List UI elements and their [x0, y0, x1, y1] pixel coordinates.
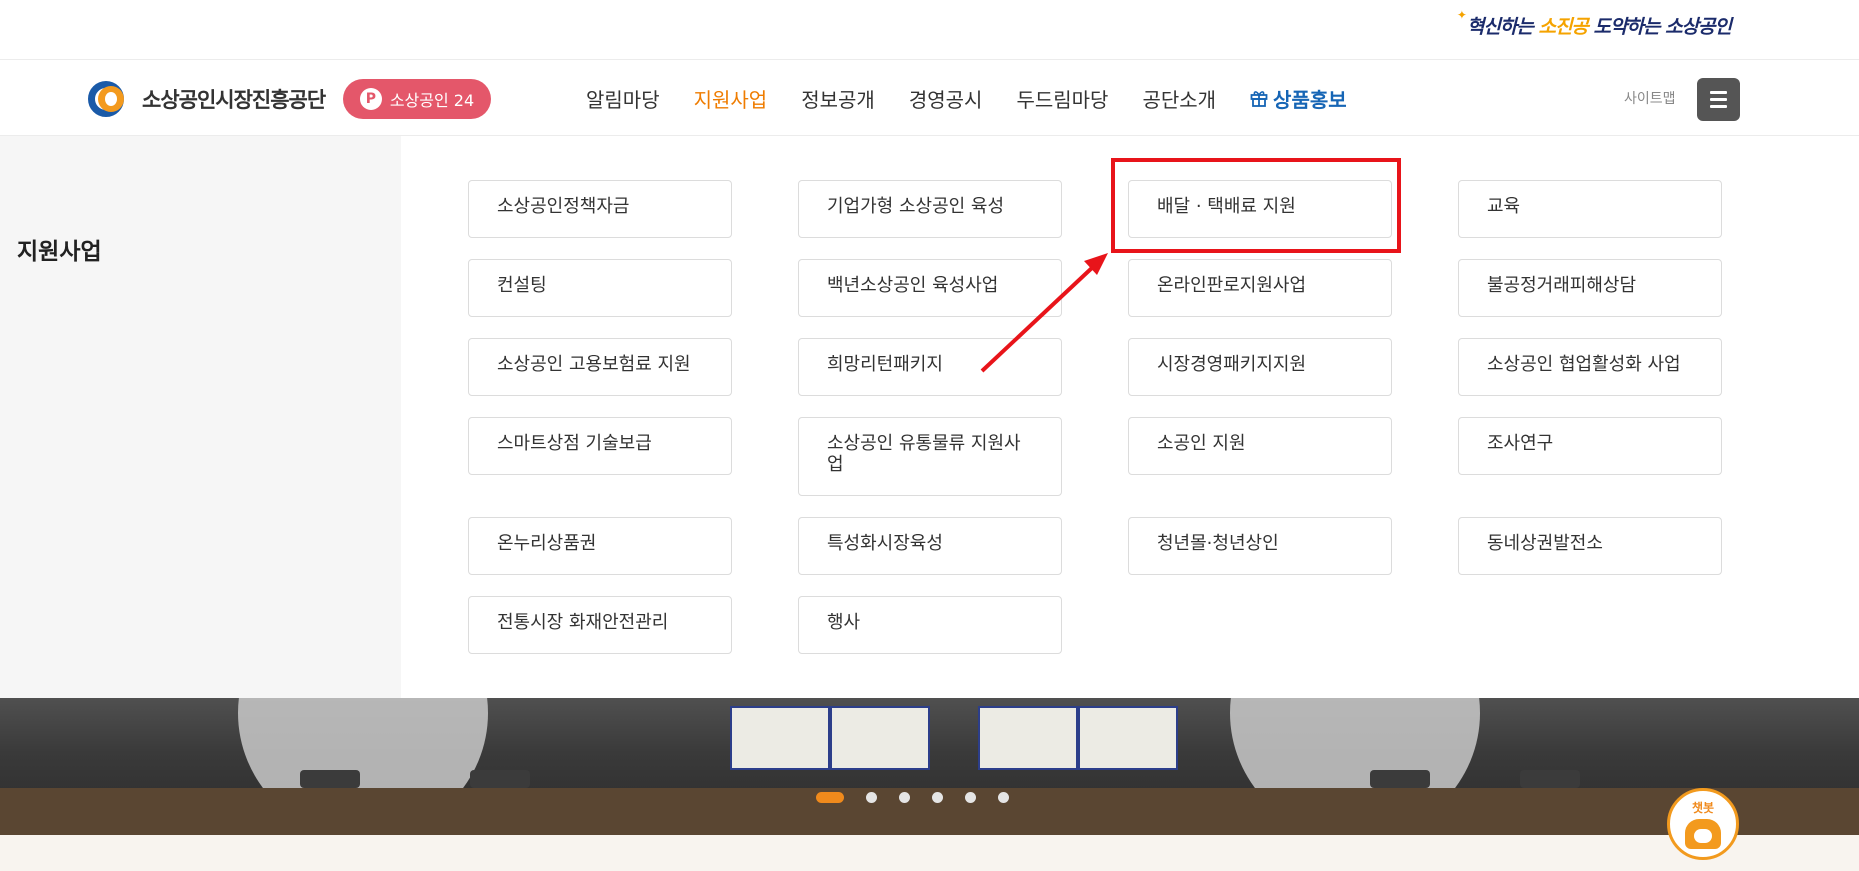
main-header: 소상공인시장진흥공단 P 소상공인 24 알림마당 지원사업 정보공개 경영공시…: [0, 60, 1859, 136]
submenu-item[interactable]: 온누리상품권: [468, 517, 732, 575]
chatbot-button[interactable]: 챗봇: [1667, 788, 1739, 860]
carousel-dot[interactable]: [866, 792, 877, 803]
carousel-dot[interactable]: [965, 792, 976, 803]
submenu-item[interactable]: 교육: [1458, 180, 1722, 238]
p-icon: P: [359, 88, 382, 110]
nav-item-dodream[interactable]: 두드림마당: [1016, 84, 1108, 113]
carousel-dot[interactable]: [998, 792, 1009, 803]
submenu-item[interactable]: 전통시장 화재안전관리: [468, 596, 732, 654]
submenu-item[interactable]: 소상공인정책자금: [468, 180, 732, 238]
carousel-dot[interactable]: [899, 792, 910, 803]
submenu-item[interactable]: 스마트상점 기술보급: [468, 417, 732, 475]
submenu-item[interactable]: 소공인 지원: [1128, 417, 1392, 475]
nav-item-promo[interactable]: 상품홍보: [1250, 84, 1347, 113]
hero-banner: [0, 698, 1859, 835]
mega-menu-side: 지원사업: [0, 136, 401, 698]
chatbot-icon: [1685, 819, 1721, 849]
sitemap-link[interactable]: 사이트맵: [1624, 88, 1676, 108]
nav-item-notice[interactable]: 알림마당: [586, 84, 660, 113]
sosang24-button[interactable]: P 소상공인 24: [343, 79, 491, 119]
submenu-item[interactable]: 청년몰·청년상인: [1128, 517, 1392, 575]
nav-promo-label: 상품홍보: [1273, 87, 1347, 112]
annotation-highlight-box: [1111, 158, 1401, 253]
submenu-item[interactable]: 소상공인 고용보험료 지원: [468, 338, 732, 396]
submenu-item[interactable]: 조사연구: [1458, 417, 1722, 475]
hamburger-icon: [1710, 91, 1727, 94]
submenu-item[interactable]: 특성화시장육성: [798, 517, 1062, 575]
carousel-dot-active[interactable]: [816, 792, 844, 803]
hamburger-menu-button[interactable]: [1697, 78, 1740, 121]
sosang24-label: 소상공인 24: [389, 91, 475, 110]
submenu-item[interactable]: 시장경영패키지지원: [1128, 338, 1392, 396]
carousel-dot[interactable]: [932, 792, 943, 803]
main-nav: 알림마당 지원사업 정보공개 경영공시 두드림마당 공단소개 상품홍보: [586, 60, 1381, 136]
submenu-item[interactable]: 희망리턴패키지: [798, 338, 1062, 396]
nav-item-info[interactable]: 정보공개: [801, 84, 875, 113]
logo-mark-icon: [88, 80, 132, 118]
spark-icon: ✦: [1456, 8, 1467, 22]
mega-menu-title: 지원사업: [17, 239, 102, 265]
submenu-item[interactable]: 동네상권발전소: [1458, 517, 1722, 575]
submenu-item[interactable]: 기업가형 소상공인 육성: [798, 180, 1062, 238]
submenu-item[interactable]: 소상공인 유통물류 지원사업: [798, 417, 1062, 496]
chatbot-label: 챗봇: [1691, 801, 1715, 815]
nav-item-management[interactable]: 경영공시: [909, 84, 983, 113]
submenu-item[interactable]: 행사: [798, 596, 1062, 654]
slogan: ✦ 혁신하는 소진공 도약하는 소상공인: [1456, 8, 1732, 38]
footer-strip: [0, 835, 1859, 871]
submenu-item[interactable]: 소상공인 협업활성화 사업: [1458, 338, 1722, 396]
submenu-item[interactable]: 온라인판로지원사업: [1128, 259, 1392, 317]
logo-text: 소상공인시장진흥공단: [142, 88, 326, 112]
nav-item-support[interactable]: 지원사업: [694, 84, 768, 113]
site-logo[interactable]: 소상공인시장진흥공단: [88, 80, 326, 118]
carousel-pagination: [816, 792, 1031, 803]
nav-item-about[interactable]: 공단소개: [1142, 84, 1216, 113]
submenu-item[interactable]: 백년소상공인 육성사업: [798, 259, 1062, 317]
submenu-item[interactable]: 컨설팅: [468, 259, 732, 317]
top-strip: ✦ 혁신하는 소진공 도약하는 소상공인: [0, 0, 1859, 60]
submenu-item[interactable]: 불공정거래피해상담: [1458, 259, 1722, 317]
gift-icon: [1250, 91, 1268, 107]
